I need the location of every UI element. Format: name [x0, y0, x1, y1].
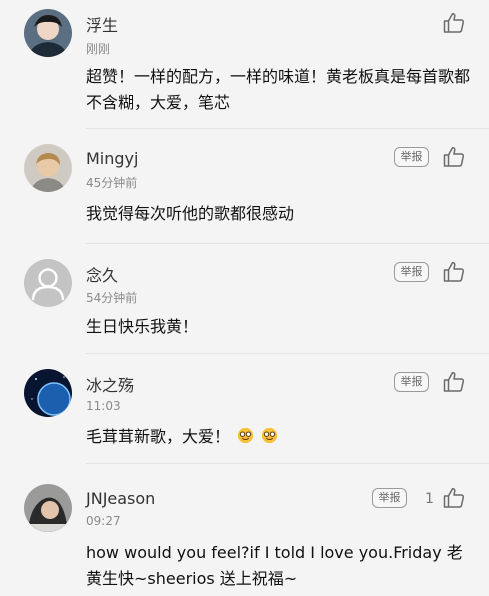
comment-text: 毛茸茸新歌，大爱！ [86, 424, 478, 450]
user-avatar-photo [24, 144, 72, 192]
like-button[interactable] [442, 370, 466, 394]
timestamp: 11:03 [86, 399, 121, 413]
comment-item: 冰之殇 11:03 举报 毛茸茸新歌，大爱！ [0, 354, 489, 464]
timestamp: 45分钟前 [86, 176, 138, 190]
report-button[interactable]: 举报 [394, 262, 429, 282]
like-count: 1 [425, 491, 434, 507]
thumbs-up-icon [443, 147, 465, 167]
nerd-emoji [261, 427, 278, 444]
nerd-emoji [237, 427, 254, 444]
comment-text: how would you feel?if I told I love you.… [86, 543, 463, 588]
like-button[interactable] [442, 11, 466, 35]
avatar[interactable] [24, 144, 72, 192]
like-button[interactable] [442, 260, 466, 284]
avatar[interactable] [24, 484, 72, 532]
timestamp: 09:27 [86, 514, 121, 528]
report-button[interactable]: 举报 [394, 372, 429, 392]
thumbs-up-icon [443, 262, 465, 282]
username[interactable]: 念久 [86, 262, 118, 286]
comment-text: 生日快乐我黄！ [86, 317, 199, 336]
like-button[interactable] [442, 486, 466, 510]
default-user-avatar-icon [24, 259, 72, 307]
avatar[interactable] [24, 369, 72, 417]
comment-item: Mingyj 45分钟前 举报 我觉得每次听他的歌都很感动 [0, 129, 489, 244]
username[interactable]: JNJeason [86, 489, 155, 508]
comment-item: JNJeason 09:27 举报 1 how would you feel?i… [0, 464, 489, 596]
comment-item: 念久 54分钟前 举报 生日快乐我黄！ [0, 244, 489, 354]
comment-text-body: 毛茸茸新歌，大爱！ [86, 427, 231, 446]
avatar[interactable] [24, 9, 72, 57]
report-button[interactable]: 举报 [394, 147, 429, 167]
comment-text: 我觉得每次听他的歌都很感动 [86, 204, 295, 223]
timestamp: 54分钟前 [86, 291, 138, 305]
like-button[interactable] [442, 145, 466, 169]
username[interactable]: 浮生 [86, 12, 118, 36]
thumbs-up-icon [443, 13, 465, 33]
thumbs-up-icon [443, 372, 465, 392]
timestamp: 刚刚 [86, 42, 111, 56]
username[interactable]: Mingyj [86, 149, 138, 168]
thumbs-up-icon [443, 488, 465, 508]
comment-item: 浮生 刚刚 超赞！一样的配方，一样的味道！黄老板真是每首歌都不含糊，大爱，笔芯 [0, 0, 489, 129]
user-avatar-photo [24, 484, 72, 532]
report-button[interactable]: 举报 [372, 488, 407, 508]
user-avatar-photo [24, 369, 72, 417]
username[interactable]: 冰之殇 [86, 372, 134, 396]
user-avatar-photo [24, 9, 72, 57]
avatar[interactable] [24, 259, 72, 307]
comment-text: 超赞！一样的配方，一样的味道！黄老板真是每首歌都不含糊，大爱，笔芯 [86, 67, 471, 112]
